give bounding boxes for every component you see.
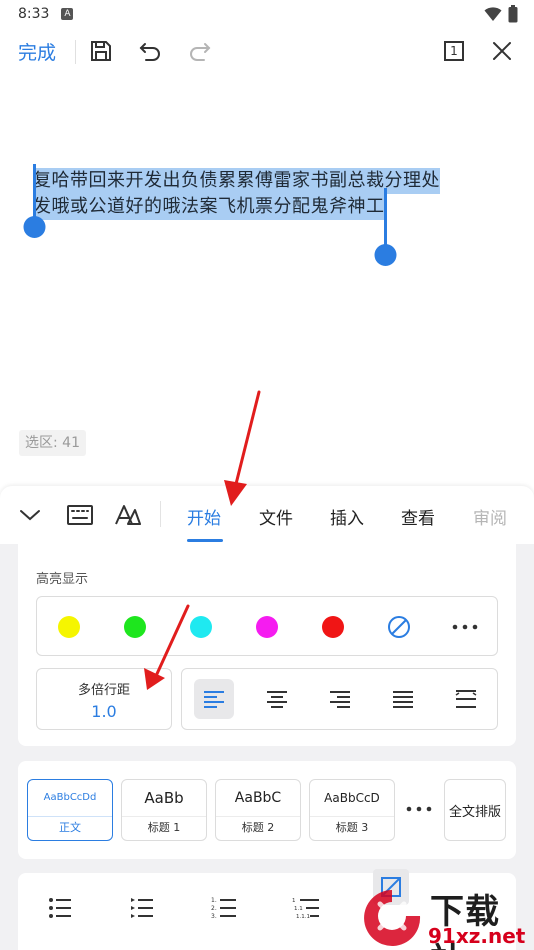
selection-start-handle[interactable] [23, 164, 47, 240]
ribbon-tab-bar: 开始 文件 插入 查看 审阅 [0, 486, 534, 544]
status-bar: 8:33 A [0, 0, 534, 28]
style-heading-3[interactable]: AaBbCcD 标题 3 [309, 779, 395, 841]
more-colors-icon[interactable] [451, 623, 479, 631]
align-left-button[interactable] [194, 679, 234, 719]
highlight-title: 高亮显示 [36, 572, 89, 587]
more-styles-icon[interactable] [405, 805, 433, 813]
style-heading-1[interactable]: AaBb 标题 1 [121, 779, 207, 841]
arrow-bullet-list-icon[interactable] [127, 893, 157, 923]
undo-icon[interactable] [137, 38, 163, 64]
line-spacing-button[interactable]: 多倍行距 1.0 [36, 668, 172, 730]
style-name: 标题 3 [310, 816, 394, 840]
svg-text:1.1.1: 1.1.1 [296, 914, 310, 920]
chevron-down-icon[interactable] [17, 502, 43, 528]
line-spacing-label: 多倍行距 [77, 683, 130, 698]
highlight-magenta[interactable] [256, 616, 278, 638]
highlight-cyan[interactable] [190, 616, 212, 638]
bullet-list-icon[interactable] [45, 893, 75, 923]
svg-text:1.1: 1.1 [294, 906, 303, 912]
style-body[interactable]: AaBbCcDd 正文 [27, 779, 113, 841]
battery-icon [508, 5, 518, 23]
full-text-layout-button[interactable]: 全文排版 [444, 779, 506, 841]
highlight-color-row [36, 596, 498, 656]
site-watermark: 下载站 91xz.net [362, 886, 534, 950]
save-icon[interactable] [88, 38, 114, 64]
multilevel-list-icon[interactable]: 1 1.1 1.1.1 [291, 893, 321, 923]
svg-text:1.: 1. [211, 897, 217, 904]
active-tab-indicator [187, 539, 223, 542]
tab-insert[interactable]: 插入 [330, 504, 364, 529]
no-highlight-icon[interactable] [387, 615, 411, 639]
highlight-red[interactable] [322, 616, 344, 638]
tab-start[interactable]: 开始 [187, 504, 221, 529]
style-name: 标题 2 [216, 816, 300, 840]
style-name: 标题 1 [122, 816, 206, 840]
paragraph-card: 高亮显示 多倍行距 1.0 [18, 544, 516, 746]
toolbar-divider [75, 40, 76, 64]
tab-review[interactable]: 审阅 [473, 504, 507, 529]
svg-text:2.: 2. [211, 905, 217, 912]
top-toolbar: 完成 1 [0, 28, 534, 76]
style-heading-2[interactable]: AaBbC 标题 2 [215, 779, 301, 841]
style-sample: AaBbCcDd [43, 792, 97, 803]
style-name: 正文 [28, 816, 112, 840]
watermark-logo-icon [364, 890, 421, 946]
document-canvas[interactable]: 复哈带回来开发出负债累累傅雷家书副总裁分理处 发哦或公道好的哦法案飞机票分配鬼斧… [0, 76, 534, 486]
numbered-list-icon[interactable]: 1. 2. 3. [209, 893, 239, 923]
highlight-yellow[interactable] [58, 616, 80, 638]
highlight-green[interactable] [124, 616, 146, 638]
format-panel: 开始 文件 插入 查看 审阅 高亮显示 多倍行距 1.0 AaBbCcDd 正文… [0, 486, 534, 950]
status-icons [484, 5, 518, 23]
watermark-url: 91xz.net [428, 924, 526, 948]
styles-card: AaBbCcDd 正文 AaBb 标题 1 AaBbC 标题 2 AaBbCcD… [18, 761, 516, 859]
tab-file[interactable]: 文件 [259, 504, 293, 529]
distributed-align-icon[interactable] [446, 679, 486, 719]
page-count: 1 [450, 44, 458, 58]
page-count-button[interactable]: 1 [441, 38, 467, 64]
keyboard-icon[interactable] [67, 502, 93, 528]
text-style-icon[interactable] [115, 502, 141, 528]
alignment-group [181, 668, 498, 730]
svg-text:1: 1 [292, 898, 296, 904]
close-icon[interactable] [489, 38, 515, 64]
align-center-icon[interactable] [257, 679, 297, 719]
status-time: 8:33 [18, 6, 50, 22]
notification-badge: A [61, 8, 74, 20]
selection-end-handle[interactable] [374, 188, 398, 268]
redo-icon[interactable] [187, 38, 213, 64]
selection-count: 选区: 41 [19, 430, 86, 456]
style-sample: AaBbC [234, 790, 282, 806]
selected-text-line-2[interactable]: 发哦或公道好的哦法案飞机票分配鬼斧神工 [33, 194, 385, 220]
align-right-icon[interactable] [320, 679, 360, 719]
tab-divider [160, 501, 161, 527]
style-sample: AaBbCcD [324, 791, 380, 805]
tab-view[interactable]: 查看 [401, 504, 435, 529]
wifi-icon [484, 7, 502, 21]
line-spacing-value: 1.0 [91, 702, 117, 721]
style-sample: AaBb [144, 789, 184, 807]
svg-text:3.: 3. [211, 913, 217, 920]
align-justify-icon[interactable] [383, 679, 423, 719]
done-button[interactable]: 完成 [18, 38, 56, 65]
